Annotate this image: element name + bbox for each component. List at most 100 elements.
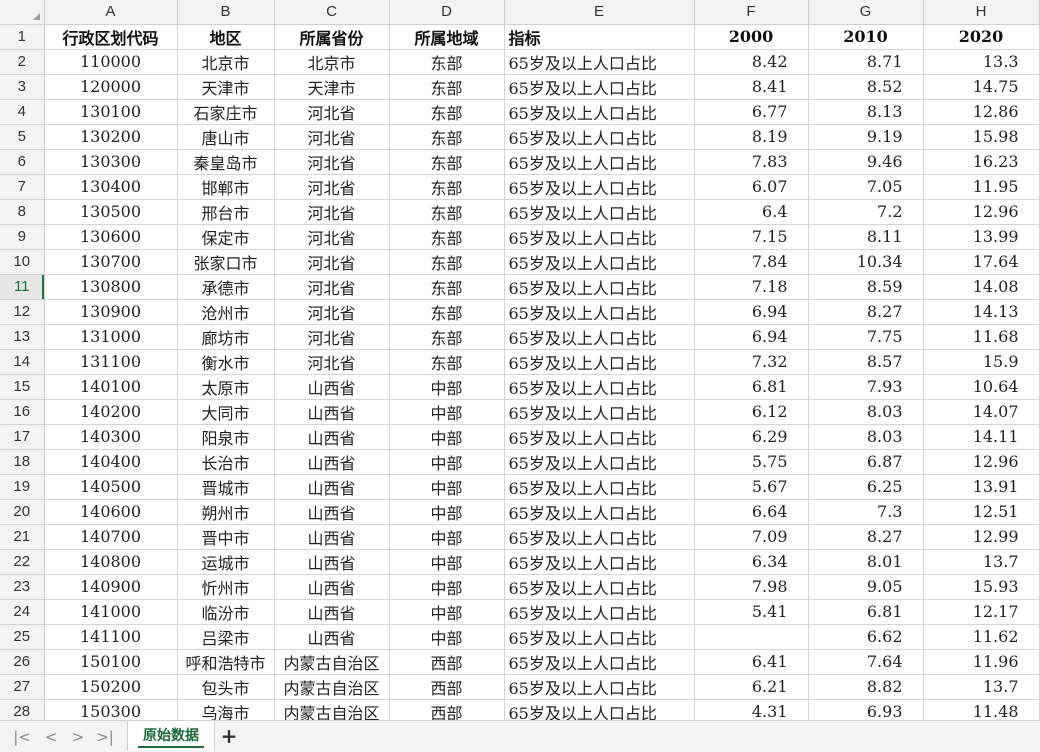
cell-a14[interactable]: 131100 bbox=[44, 349, 178, 375]
header-cell-f[interactable]: 2000 bbox=[694, 24, 809, 50]
cell-d5[interactable]: 东部 bbox=[389, 124, 505, 150]
cell-b26[interactable]: 呼和浩特市 bbox=[177, 649, 275, 675]
column-header-a[interactable]: A bbox=[44, 0, 178, 25]
header-cell-c[interactable]: 所属省份 bbox=[274, 24, 390, 50]
cell-h27[interactable]: 13.7 bbox=[923, 674, 1040, 700]
cell-g22[interactable]: 8.01 bbox=[808, 549, 924, 575]
row-number[interactable]: 5 bbox=[0, 124, 45, 150]
cell-c5[interactable]: 河北省 bbox=[274, 124, 390, 150]
cell-g2[interactable]: 8.71 bbox=[808, 49, 924, 75]
cell-f16[interactable]: 6.12 bbox=[694, 399, 809, 425]
cell-b12[interactable]: 沧州市 bbox=[177, 299, 275, 325]
cell-a5[interactable]: 130200 bbox=[44, 124, 178, 150]
cell-d26[interactable]: 西部 bbox=[389, 649, 505, 675]
cell-e5[interactable]: 65岁及以上人口占比 bbox=[504, 124, 695, 150]
cell-d2[interactable]: 东部 bbox=[389, 49, 505, 75]
cell-a4[interactable]: 130100 bbox=[44, 99, 178, 125]
cell-a15[interactable]: 140100 bbox=[44, 374, 178, 400]
cell-d25[interactable]: 中部 bbox=[389, 624, 505, 650]
cell-d6[interactable]: 东部 bbox=[389, 149, 505, 175]
cell-h20[interactable]: 12.51 bbox=[923, 499, 1040, 525]
cell-a16[interactable]: 140200 bbox=[44, 399, 178, 425]
cell-a19[interactable]: 140500 bbox=[44, 474, 178, 500]
row-number[interactable]: 24 bbox=[0, 599, 45, 625]
cell-f5[interactable]: 8.19 bbox=[694, 124, 809, 150]
cell-h12[interactable]: 14.13 bbox=[923, 299, 1040, 325]
header-cell-b[interactable]: 地区 bbox=[177, 24, 275, 50]
cell-h26[interactable]: 11.96 bbox=[923, 649, 1040, 675]
header-cell-d[interactable]: 所属地域 bbox=[389, 24, 505, 50]
cell-a11[interactable]: 130800 bbox=[44, 274, 178, 300]
row-number[interactable]: 1 bbox=[0, 24, 45, 50]
cell-d4[interactable]: 东部 bbox=[389, 99, 505, 125]
cell-c17[interactable]: 山西省 bbox=[274, 424, 390, 450]
header-cell-h[interactable]: 2020 bbox=[923, 24, 1040, 50]
cell-a12[interactable]: 130900 bbox=[44, 299, 178, 325]
cell-c7[interactable]: 河北省 bbox=[274, 174, 390, 200]
cell-c2[interactable]: 北京市 bbox=[274, 49, 390, 75]
cell-g8[interactable]: 7.2 bbox=[808, 199, 924, 225]
row-number[interactable]: 12 bbox=[0, 299, 45, 325]
cell-h8[interactable]: 12.96 bbox=[923, 199, 1040, 225]
row-number[interactable]: 27 bbox=[0, 674, 45, 700]
cell-g18[interactable]: 6.87 bbox=[808, 449, 924, 475]
cell-d27[interactable]: 西部 bbox=[389, 674, 505, 700]
prev-sheet-icon[interactable]: < bbox=[42, 728, 60, 746]
cell-d10[interactable]: 东部 bbox=[389, 249, 505, 275]
cell-h7[interactable]: 11.95 bbox=[923, 174, 1040, 200]
cell-b6[interactable]: 秦皇岛市 bbox=[177, 149, 275, 175]
cell-a7[interactable]: 130400 bbox=[44, 174, 178, 200]
cell-b10[interactable]: 张家口市 bbox=[177, 249, 275, 275]
cell-h17[interactable]: 14.11 bbox=[923, 424, 1040, 450]
cell-g7[interactable]: 7.05 bbox=[808, 174, 924, 200]
cell-e9[interactable]: 65岁及以上人口占比 bbox=[504, 224, 695, 250]
cell-g14[interactable]: 8.57 bbox=[808, 349, 924, 375]
first-sheet-icon[interactable]: |< bbox=[13, 728, 31, 746]
add-sheet-icon[interactable]: + bbox=[219, 724, 239, 748]
cell-f26[interactable]: 6.41 bbox=[694, 649, 809, 675]
cell-d8[interactable]: 东部 bbox=[389, 199, 505, 225]
cell-a10[interactable]: 130700 bbox=[44, 249, 178, 275]
cell-b11[interactable]: 承德市 bbox=[177, 274, 275, 300]
row-number[interactable]: 4 bbox=[0, 99, 45, 125]
cell-f24[interactable]: 5.41 bbox=[694, 599, 809, 625]
cell-g23[interactable]: 9.05 bbox=[808, 574, 924, 600]
cell-d23[interactable]: 中部 bbox=[389, 574, 505, 600]
last-sheet-icon[interactable]: >| bbox=[96, 728, 114, 746]
cell-h15[interactable]: 10.64 bbox=[923, 374, 1040, 400]
cell-e7[interactable]: 65岁及以上人口占比 bbox=[504, 174, 695, 200]
cell-e23[interactable]: 65岁及以上人口占比 bbox=[504, 574, 695, 600]
cell-e8[interactable]: 65岁及以上人口占比 bbox=[504, 199, 695, 225]
cell-e22[interactable]: 65岁及以上人口占比 bbox=[504, 549, 695, 575]
cell-a21[interactable]: 140700 bbox=[44, 524, 178, 550]
cell-c26[interactable]: 内蒙古自治区 bbox=[274, 649, 390, 675]
row-number[interactable]: 17 bbox=[0, 424, 45, 450]
cell-f18[interactable]: 5.75 bbox=[694, 449, 809, 475]
cell-b22[interactable]: 运城市 bbox=[177, 549, 275, 575]
cell-f20[interactable]: 6.64 bbox=[694, 499, 809, 525]
cell-h18[interactable]: 12.96 bbox=[923, 449, 1040, 475]
cell-d9[interactable]: 东部 bbox=[389, 224, 505, 250]
row-number[interactable]: 20 bbox=[0, 499, 45, 525]
row-number[interactable]: 11 bbox=[0, 274, 45, 300]
cell-d24[interactable]: 中部 bbox=[389, 599, 505, 625]
cell-f14[interactable]: 7.32 bbox=[694, 349, 809, 375]
cell-g15[interactable]: 7.93 bbox=[808, 374, 924, 400]
cell-a8[interactable]: 130500 bbox=[44, 199, 178, 225]
cell-c25[interactable]: 山西省 bbox=[274, 624, 390, 650]
cell-d20[interactable]: 中部 bbox=[389, 499, 505, 525]
cell-b9[interactable]: 保定市 bbox=[177, 224, 275, 250]
cell-c23[interactable]: 山西省 bbox=[274, 574, 390, 600]
cell-g17[interactable]: 8.03 bbox=[808, 424, 924, 450]
cell-a3[interactable]: 120000 bbox=[44, 74, 178, 100]
cell-f25[interactable] bbox=[694, 624, 809, 650]
cell-b27[interactable]: 包头市 bbox=[177, 674, 275, 700]
row-number[interactable]: 26 bbox=[0, 649, 45, 675]
cell-d16[interactable]: 中部 bbox=[389, 399, 505, 425]
cell-f8[interactable]: 6.4 bbox=[694, 199, 809, 225]
cell-c20[interactable]: 山西省 bbox=[274, 499, 390, 525]
cell-f21[interactable]: 7.09 bbox=[694, 524, 809, 550]
cell-g25[interactable]: 6.62 bbox=[808, 624, 924, 650]
header-cell-e[interactable]: 指标 bbox=[504, 24, 695, 50]
row-number[interactable]: 2 bbox=[0, 49, 45, 75]
